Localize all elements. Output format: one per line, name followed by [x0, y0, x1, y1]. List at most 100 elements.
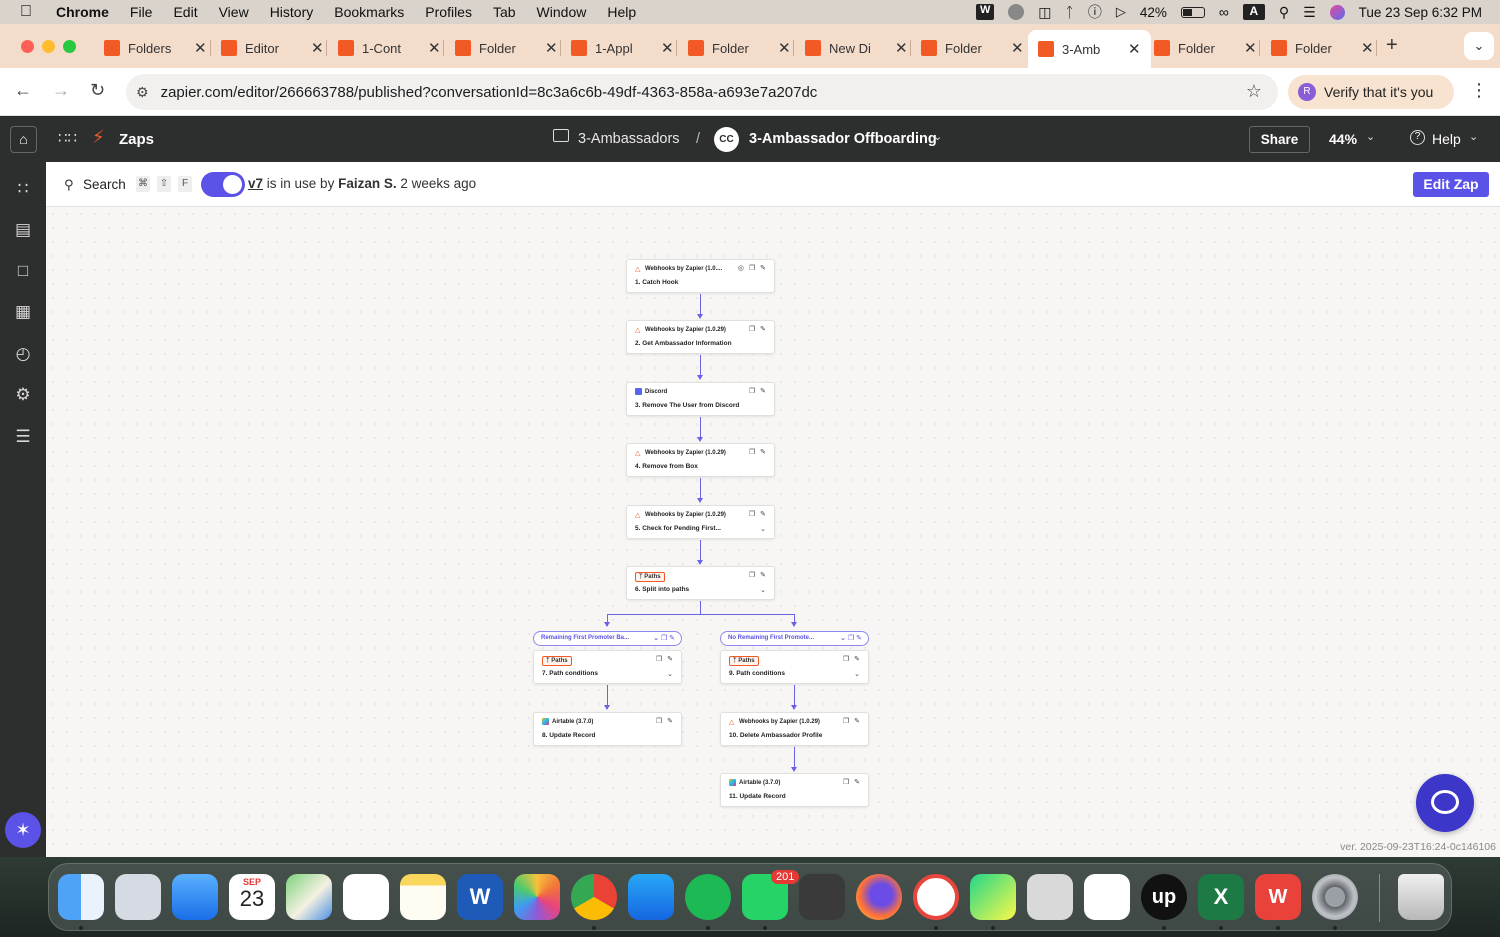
- tab-close-icon[interactable]: ✕: [311, 39, 324, 57]
- slack-icon[interactable]: [1084, 874, 1130, 920]
- edit-zap-button[interactable]: Edit Zap: [1413, 172, 1489, 197]
- tab-close-icon[interactable]: ✕: [428, 39, 441, 57]
- word-icon[interactable]: W: [457, 874, 503, 920]
- menu-app-name[interactable]: Chrome: [56, 4, 109, 20]
- upwork-status-icon[interactable]: [1008, 4, 1025, 20]
- copy-icon[interactable]: ❐: [656, 655, 662, 663]
- pycharm-icon[interactable]: [970, 874, 1016, 920]
- play-status-icon[interactable]: ▷: [1116, 4, 1126, 20]
- comment-icon[interactable]: □: [13, 261, 33, 281]
- search-icon[interactable]: ⚲: [64, 177, 74, 193]
- battery-icon[interactable]: [1180, 6, 1205, 18]
- browser-tab-active[interactable]: 3-Amb ✕: [1028, 30, 1151, 68]
- window-close-button[interactable]: [21, 40, 34, 53]
- photos-icon[interactable]: [514, 874, 560, 920]
- edit-icon[interactable]: ✎: [667, 717, 673, 725]
- zap-step-card[interactable]: Airtable (3.7.0) ❐ ✎ 11. Update Record: [720, 773, 869, 807]
- zap-step-card[interactable]: ᛉ Paths ❐ ✎ 7. Path conditions ⌄: [533, 650, 682, 684]
- spotlight-icon[interactable]: ⚲: [1279, 4, 1289, 21]
- chevron-down-icon[interactable]: ⌄: [760, 525, 766, 533]
- copilot-icon[interactable]: ✶: [5, 812, 41, 848]
- edit-icon[interactable]: ✎: [760, 448, 766, 456]
- firefox-icon[interactable]: [856, 874, 902, 920]
- copy-icon[interactable]: ❐: [843, 778, 849, 786]
- browser-tab[interactable]: Folder ✕: [1154, 32, 1257, 64]
- window-zoom-button[interactable]: [63, 40, 76, 53]
- chevron-down-icon[interactable]: ⌄: [760, 586, 766, 594]
- tab-close-icon[interactable]: ✕: [194, 39, 207, 57]
- menu-edit[interactable]: Edit: [173, 4, 197, 20]
- launchpad-icon[interactable]: [115, 874, 161, 920]
- browser-tab[interactable]: Folder ✕: [688, 32, 791, 64]
- control-center-icon[interactable]: ☰: [1303, 4, 1316, 21]
- help-menu[interactable]: Help: [1432, 131, 1461, 147]
- address-bar[interactable]: ⚙ zapier.com/editor/266663788/published?…: [126, 74, 1278, 110]
- zap-canvas[interactable]: △ Webhooks by Zapier (1.0.... ◎ ❐ ✎ 1. Catc…: [46, 207, 1500, 857]
- menu-view[interactable]: View: [219, 4, 249, 20]
- zap-step-card[interactable]: △ Webhooks by Zapier (1.0.29) ❐ ✎ 5. Check…: [626, 505, 775, 539]
- bookmark-star-icon[interactable]: ☆: [1246, 81, 1262, 102]
- browser-tab[interactable]: Folder ✕: [455, 32, 558, 64]
- search-button[interactable]: Search: [83, 177, 126, 192]
- menu-profiles[interactable]: Profiles: [425, 4, 472, 20]
- window-minimize-button[interactable]: [42, 40, 55, 53]
- excel-icon[interactable]: X: [1198, 874, 1244, 920]
- edit-icon[interactable]: ✎: [760, 387, 766, 395]
- zap-step-card[interactable]: ᛉ Paths ❐ ✎ 9. Path conditions ⌄: [720, 650, 869, 684]
- home-icon[interactable]: ⌂: [10, 126, 37, 153]
- tab-close-icon[interactable]: ✕: [545, 39, 558, 57]
- tab-close-icon[interactable]: ✕: [1128, 40, 1141, 58]
- path-branch-actions[interactable]: ⌄ ❐ ✎: [840, 634, 862, 642]
- versions-icon[interactable]: ☰: [13, 427, 33, 447]
- zap-step-card[interactable]: ᛉ Paths ❐ ✎ 6. Split into paths ⌄: [626, 566, 775, 600]
- url-text[interactable]: zapier.com/editor/266663788/published?co…: [161, 84, 818, 101]
- chevron-down-icon[interactable]: ⌄: [854, 670, 860, 678]
- tasks-check-icon[interactable]: [913, 874, 959, 920]
- tab-close-icon[interactable]: ✕: [1244, 39, 1257, 57]
- edit-icon[interactable]: ✎: [760, 510, 766, 518]
- zap-step-card[interactable]: Discord ❐ ✎ 3. Remove The User from Disco…: [626, 382, 775, 416]
- chat-support-button[interactable]: [1416, 774, 1474, 832]
- chevron-down-icon[interactable]: ⌄: [1366, 130, 1375, 143]
- tab-close-icon[interactable]: ✕: [1011, 39, 1024, 57]
- zap-step-card[interactable]: Airtable (3.7.0) ❐ ✎ 8. Update Record: [533, 712, 682, 746]
- tab-search-icon[interactable]: ⌄: [1464, 32, 1494, 60]
- maps-icon[interactable]: [286, 874, 332, 920]
- version-link[interactable]: v7: [248, 176, 263, 191]
- edit-icon[interactable]: ✎: [667, 655, 673, 663]
- tab-close-icon[interactable]: ✕: [1361, 39, 1374, 57]
- copy-icon[interactable]: ❐: [749, 510, 755, 518]
- browser-tab[interactable]: Folder ✕: [921, 32, 1024, 64]
- browser-menu-icon[interactable]: ⋮: [1470, 80, 1488, 101]
- browser-tab[interactable]: Folders ✕: [104, 32, 207, 64]
- browser-tab[interactable]: 1-Cont ✕: [338, 32, 441, 64]
- zap-step-card[interactable]: △ Webhooks by Zapier (1.0.29) ❐ ✎ 4. Remov…: [626, 443, 775, 477]
- path-branch-header[interactable]: No Remaining First Promote... ⌄ ❐ ✎: [720, 631, 869, 646]
- menu-history[interactable]: History: [270, 4, 314, 20]
- edit-icon[interactable]: ✎: [760, 325, 766, 333]
- share-button[interactable]: Share: [1249, 126, 1310, 153]
- tab-close-icon[interactable]: ✕: [778, 39, 791, 57]
- reload-icon[interactable]: ↻: [90, 80, 105, 101]
- new-tab-icon[interactable]: +: [1386, 34, 1398, 57]
- zap-step-card[interactable]: △ Webhooks by Zapier (1.0.29) ❐ ✎ 10. Dele…: [720, 712, 869, 746]
- menubar-clock[interactable]: Tue 23 Sep 6:32 PM: [1359, 5, 1482, 20]
- forward-arrow-icon[interactable]: →: [52, 80, 70, 101]
- edit-icon[interactable]: ✎: [854, 778, 860, 786]
- edit-icon[interactable]: ✎: [760, 571, 766, 579]
- zap-title[interactable]: 3-Ambassador Offboarding: [749, 131, 937, 147]
- edit-icon[interactable]: ✎: [854, 655, 860, 663]
- edit-icon[interactable]: ✎: [854, 717, 860, 725]
- copy-icon[interactable]: ❐: [749, 387, 755, 395]
- browser-tab[interactable]: Editor ✕: [221, 32, 324, 64]
- chevron-down-icon[interactable]: ⌄: [1469, 130, 1478, 143]
- upwork-icon[interactable]: up: [1141, 874, 1187, 920]
- app-grid-icon[interactable]: ∷∷: [58, 129, 77, 147]
- path-branch-actions[interactable]: ⌄ ❐ ✎: [653, 634, 675, 642]
- bluetooth-icon[interactable]: ᛏ: [1065, 4, 1073, 20]
- history-icon[interactable]: ◴: [13, 344, 33, 364]
- tab-close-icon[interactable]: ✕: [895, 39, 908, 57]
- menu-help[interactable]: Help: [607, 4, 636, 20]
- calendar-icon[interactable]: SEP 23: [229, 874, 275, 920]
- copy-icon[interactable]: ❐: [843, 655, 849, 663]
